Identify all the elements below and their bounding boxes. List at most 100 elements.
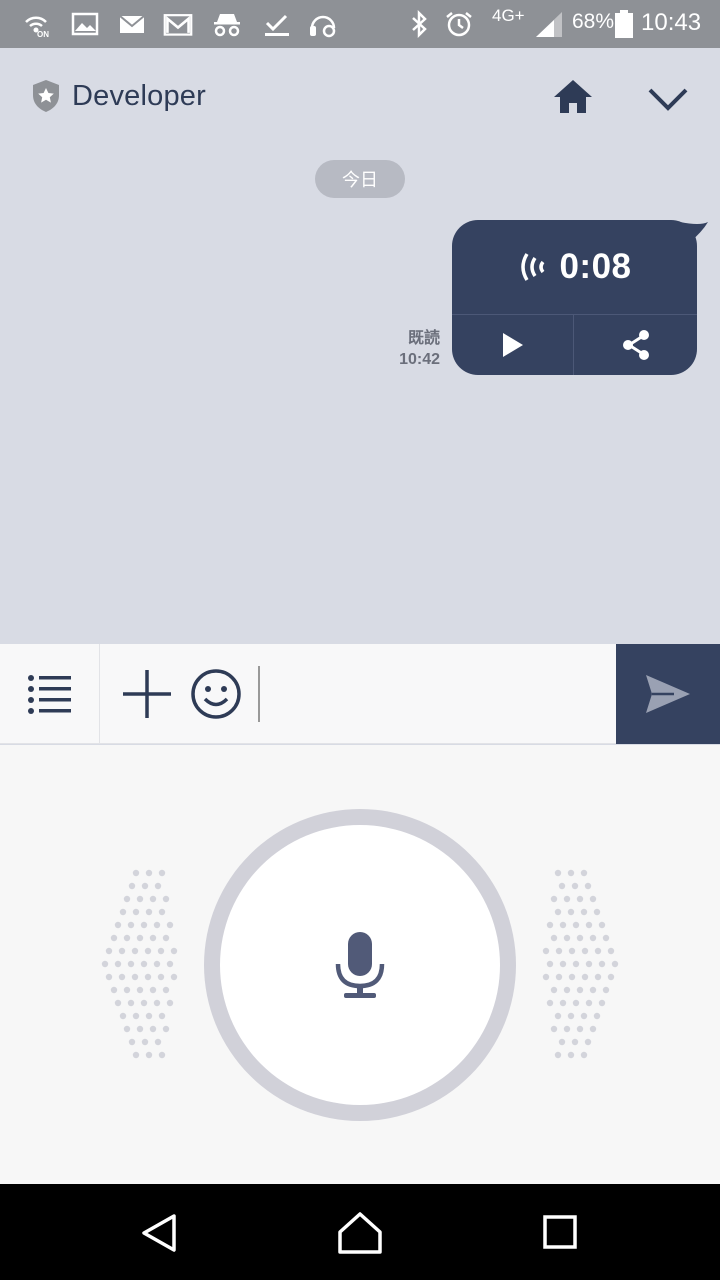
home-icon[interactable] <box>550 74 596 118</box>
play-button[interactable] <box>452 315 573 375</box>
record-button[interactable] <box>220 825 500 1105</box>
sound-dot <box>153 960 161 968</box>
message-meta: 既読 10:42 <box>399 328 440 370</box>
sound-dot <box>559 999 567 1007</box>
sound-dot <box>141 1038 149 1046</box>
home-nav-icon[interactable] <box>336 1210 384 1256</box>
sound-dot <box>571 882 579 890</box>
sound-dot <box>563 1025 571 1033</box>
sound-dot <box>123 986 131 994</box>
sound-dot <box>110 934 118 942</box>
plus-icon[interactable] <box>118 666 176 722</box>
sound-dot <box>580 869 588 877</box>
sound-dot <box>162 1025 170 1033</box>
sound-dot <box>550 934 558 942</box>
microphone-icon <box>335 932 385 998</box>
sound-dot <box>149 986 157 994</box>
chat-title-group: Developer <box>30 76 206 116</box>
sound-dot <box>131 947 139 955</box>
sound-dot <box>576 895 584 903</box>
share-button[interactable] <box>574 315 697 375</box>
menu-list-icon <box>27 675 71 714</box>
sound-dot <box>546 999 554 1007</box>
sound-dot <box>563 934 571 942</box>
sound-dot <box>559 960 567 968</box>
sound-dot <box>118 973 126 981</box>
sound-dot <box>158 908 166 916</box>
sound-dot <box>581 947 589 955</box>
back-icon[interactable] <box>136 1210 184 1256</box>
play-icon <box>502 333 523 357</box>
sound-dot <box>123 1025 131 1033</box>
sound-dot <box>145 869 153 877</box>
voice-message-bubble[interactable]: 0:08 <box>452 220 697 375</box>
recents-icon[interactable] <box>536 1210 584 1256</box>
sound-dot <box>132 908 140 916</box>
chat-header: Developer <box>0 48 720 148</box>
download-done-icon <box>265 14 289 36</box>
sound-dot <box>145 908 153 916</box>
sound-dot <box>589 934 597 942</box>
sound-dot <box>119 1012 127 1020</box>
sound-dot <box>542 947 550 955</box>
sound-dot <box>158 869 166 877</box>
message-input[interactable] <box>258 666 608 722</box>
sound-dot <box>580 908 588 916</box>
sound-dot <box>576 934 584 942</box>
sound-dot <box>154 1038 162 1046</box>
sound-dot <box>149 895 157 903</box>
sound-dot <box>598 999 606 1007</box>
sound-dot <box>568 947 576 955</box>
audio-wave-icon <box>521 253 545 281</box>
sound-dot <box>145 1012 153 1020</box>
sound-dot <box>136 895 144 903</box>
sound-dot <box>546 960 554 968</box>
sound-dot <box>132 1012 140 1020</box>
gmail-icon <box>163 14 193 36</box>
sound-dot <box>170 947 178 955</box>
status-bar: ON 4G+ 68% 10:43 <box>0 0 720 48</box>
sound-dot <box>166 960 174 968</box>
sound-dot <box>162 986 170 994</box>
sound-dot <box>550 895 558 903</box>
sound-dot <box>555 973 563 981</box>
sound-dot <box>136 934 144 942</box>
sound-dot <box>157 947 165 955</box>
sound-dot <box>140 921 148 929</box>
sound-dot <box>572 999 580 1007</box>
read-receipt: 既読 <box>407 330 440 347</box>
sound-dot <box>554 869 562 877</box>
input-bar <box>0 644 720 744</box>
sound-dot <box>563 895 571 903</box>
sound-dot <box>598 921 606 929</box>
chevron-down-icon[interactable] <box>644 78 692 118</box>
sound-dot <box>546 921 554 929</box>
sound-dot <box>132 869 140 877</box>
sound-dot <box>136 986 144 994</box>
sound-dot <box>594 947 602 955</box>
sound-dot <box>119 908 127 916</box>
incognito-icon <box>214 14 240 37</box>
sound-dot <box>571 1038 579 1046</box>
sound-dot <box>114 921 122 929</box>
message-time: 10:42 <box>399 351 440 368</box>
sound-dot <box>572 960 580 968</box>
sound-dot <box>128 882 136 890</box>
menu-button[interactable] <box>0 644 100 744</box>
sound-dot <box>559 921 567 929</box>
sound-dot <box>584 882 592 890</box>
emoji-icon[interactable] <box>188 666 244 722</box>
sound-dot <box>153 999 161 1007</box>
sound-dot <box>567 1012 575 1020</box>
sound-dot <box>572 921 580 929</box>
send-button[interactable] <box>616 644 720 744</box>
sound-dot <box>555 947 563 955</box>
sound-dot <box>542 973 550 981</box>
sound-dot <box>101 960 109 968</box>
sound-dot <box>144 947 152 955</box>
sound-dot <box>158 1012 166 1020</box>
sound-dot <box>567 908 575 916</box>
sound-dot <box>580 1051 588 1059</box>
sound-dot <box>563 986 571 994</box>
wifi-calling-on-icon: ON <box>25 16 49 38</box>
